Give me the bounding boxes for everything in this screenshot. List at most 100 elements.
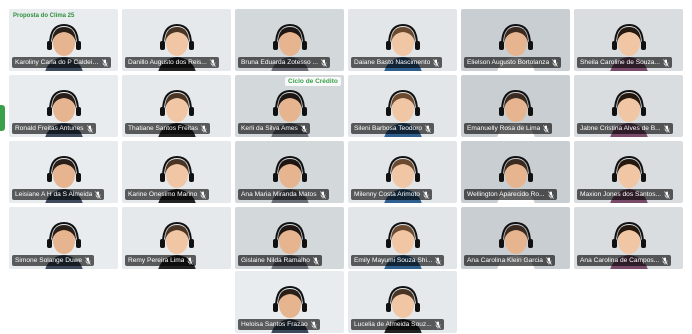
participant-tile[interactable]: Heloisa Santos Frazao (235, 271, 344, 333)
mic-muted-icon[interactable] (663, 58, 669, 67)
participant-tile[interactable]: Kerli da Silva Ames Ciclo de Crédito (235, 75, 344, 137)
participant-name: Ana Maria Miranda Matos (241, 191, 317, 198)
participant-tile[interactable]: Gislaine Nilda Ramalho (235, 207, 344, 269)
mic-muted-icon[interactable] (543, 124, 550, 133)
mic-muted-icon[interactable] (434, 320, 441, 329)
participant-name: Ana Carolina de Campos... (580, 257, 660, 264)
participant-name-bar: Karine Onesimo Marino (125, 189, 210, 200)
participant-name: Kerli da Silva Ames (241, 125, 298, 132)
participant-name-bar: Danillo Augusto dos Reis... (125, 57, 219, 68)
mic-muted-icon[interactable] (662, 256, 668, 265)
participant-name: Ronald Freitas Antunes (15, 125, 84, 132)
participant-tile[interactable]: Milenny Costa Arimoto (348, 141, 457, 203)
mic-muted-icon[interactable] (663, 124, 670, 133)
participant-name: Wellington Aparecido Ro... (467, 191, 545, 198)
participant-name: Maxion Jones dos Santos... (580, 191, 662, 198)
participant-name: Simone Solange Duwe (15, 257, 83, 264)
participant-tile[interactable]: Sheila Caroline de Souza... (574, 9, 683, 71)
mic-muted-icon[interactable] (85, 256, 91, 265)
mic-muted-icon[interactable] (301, 124, 307, 133)
participant-name: Emily Mayumi Souza Shi... (354, 257, 433, 264)
mic-muted-icon[interactable] (552, 58, 558, 67)
participant-tile[interactable]: Ana Carolina de Campos... (574, 207, 683, 269)
participant-name: Bruna Eduarda Zotesso ... (241, 59, 318, 66)
participant-tile[interactable]: Maxion Jones dos Santos... (574, 141, 683, 203)
participant-tile[interactable]: Ronald Freitas Antunes (9, 75, 118, 137)
participant-name: Ana Carolina Klein Garcia (467, 257, 543, 264)
participant-name: Lucelia de Almeida Souz... (354, 321, 432, 328)
participant-name-bar: Kerli da Silva Ames (238, 123, 310, 134)
participant-name: Danillo Augusto dos Reis... (128, 59, 207, 66)
participant-tile[interactable]: Elielson Augusto Bortolanza (461, 9, 570, 71)
participant-name: Thatiane Santos Freitas (128, 125, 199, 132)
side-panel-handle[interactable] (0, 105, 5, 131)
participant-name-bar: Ronald Freitas Antunes (12, 123, 96, 134)
participant-tile[interactable]: Lucelia de Almeida Souz... (348, 271, 457, 333)
participant-name: Leisiane A H da S Almeida (15, 191, 93, 198)
participant-name-bar: Simone Solange Duwe (12, 255, 95, 266)
participant-name: Daiane Basto Nascimento (354, 59, 431, 66)
participant-tile[interactable]: Daiane Basto Nascimento (348, 9, 457, 71)
participant-name: Karoliny Carla do P Caldeira... (15, 59, 99, 66)
participant-tile[interactable]: Emanuelly Rosa de Lima (461, 75, 570, 137)
mic-muted-icon[interactable] (433, 58, 440, 67)
mic-muted-icon[interactable] (313, 256, 319, 265)
participant-name-bar: Heloisa Santos Frazao (238, 319, 320, 330)
participant-name: Karine Onesimo Marino (128, 191, 198, 198)
participant-name: Sileni Barbosa Teodoro (354, 125, 423, 132)
participant-tile[interactable]: Emily Mayumi Souza Shi... (348, 207, 457, 269)
background-banner-text: Ciclo de Crédito (285, 77, 341, 86)
participant-tile[interactable]: Karine Onesimo Marino (122, 141, 231, 203)
participant-name-bar: Karoliny Carla do P Caldeira... (12, 57, 111, 68)
mic-muted-icon[interactable] (319, 190, 326, 199)
participant-name-bar: Ana Carolina de Campos... (577, 255, 672, 266)
mic-muted-icon[interactable] (200, 190, 207, 199)
participant-tile[interactable]: Bruna Eduarda Zotesso ... (235, 9, 344, 71)
video-call-gallery: Karoliny Carla do P Caldeira... Proposta… (0, 0, 692, 334)
mic-muted-icon[interactable] (321, 58, 327, 67)
participant-tile[interactable]: Ana Carolina Klein Garcia (461, 207, 570, 269)
mic-muted-icon[interactable] (664, 190, 670, 199)
mic-muted-icon[interactable] (187, 256, 194, 265)
participant-name-bar: Lucelia de Almeida Souz... (351, 319, 444, 330)
participant-name-bar: Emily Mayumi Souza Shi... (351, 255, 445, 266)
participant-name-bar: Leisiane A H da S Almeida (12, 189, 105, 200)
participant-tile[interactable]: Simone Solange Duwe (9, 207, 118, 269)
participant-tile[interactable]: Jabne Cristina Alves de B... (574, 75, 683, 137)
participant-tile[interactable]: Wellington Aparecido Ro... (461, 141, 570, 203)
participant-name-bar: Maxion Jones dos Santos... (577, 189, 674, 200)
participant-name-bar: Ana Maria Miranda Matos (238, 189, 329, 200)
participant-tile[interactable]: Ana Maria Miranda Matos (235, 141, 344, 203)
mic-muted-icon[interactable] (310, 320, 317, 329)
participant-name-bar: Sileni Barbosa Teodoro (351, 123, 435, 134)
mic-muted-icon[interactable] (546, 256, 552, 265)
participant-name-bar: Gislaine Nilda Ramalho (238, 255, 322, 266)
participant-tile[interactable]: Danillo Augusto dos Reis... (122, 9, 231, 71)
mic-muted-icon[interactable] (210, 58, 216, 67)
mic-muted-icon[interactable] (95, 190, 102, 199)
participant-name: Gislaine Nilda Ramalho (241, 257, 310, 264)
participant-name-bar: Sheila Caroline de Souza... (577, 57, 672, 68)
mic-muted-icon[interactable] (425, 124, 431, 133)
mic-muted-icon[interactable] (86, 124, 93, 133)
mic-muted-icon[interactable] (201, 124, 207, 133)
participant-tile[interactable]: Leisiane A H da S Almeida (9, 141, 118, 203)
participant-name: Elielson Augusto Bortolanza (467, 59, 550, 66)
participant-tile[interactable]: Sileni Barbosa Teodoro (348, 75, 457, 137)
participant-tile[interactable]: Thatiane Santos Freitas (122, 75, 231, 137)
participant-name-bar: Ana Carolina Klein Garcia (464, 255, 555, 266)
participant-name-bar: Bruna Eduarda Zotesso ... (238, 57, 330, 68)
participant-name: Emanuelly Rosa de Lima (467, 125, 541, 132)
mic-muted-icon[interactable] (435, 256, 442, 265)
participant-tile[interactable]: Karoliny Carla do P Caldeira... Proposta… (9, 9, 118, 71)
participant-name-bar: Elielson Augusto Bortolanza (464, 57, 562, 68)
participant-name: Remy Pereira Lima (128, 257, 185, 264)
participant-name: Heloisa Santos Frazao (241, 321, 308, 328)
participant-name: Sheila Caroline de Souza... (580, 59, 660, 66)
participant-tile[interactable]: Remy Pereira Lima (122, 207, 231, 269)
participant-name-bar: Thatiane Santos Freitas (125, 123, 211, 134)
mic-muted-icon[interactable] (102, 58, 108, 67)
participant-name: Jabne Cristina Alves de B... (580, 125, 661, 132)
mic-muted-icon[interactable] (547, 190, 554, 199)
mic-muted-icon[interactable] (423, 190, 429, 199)
